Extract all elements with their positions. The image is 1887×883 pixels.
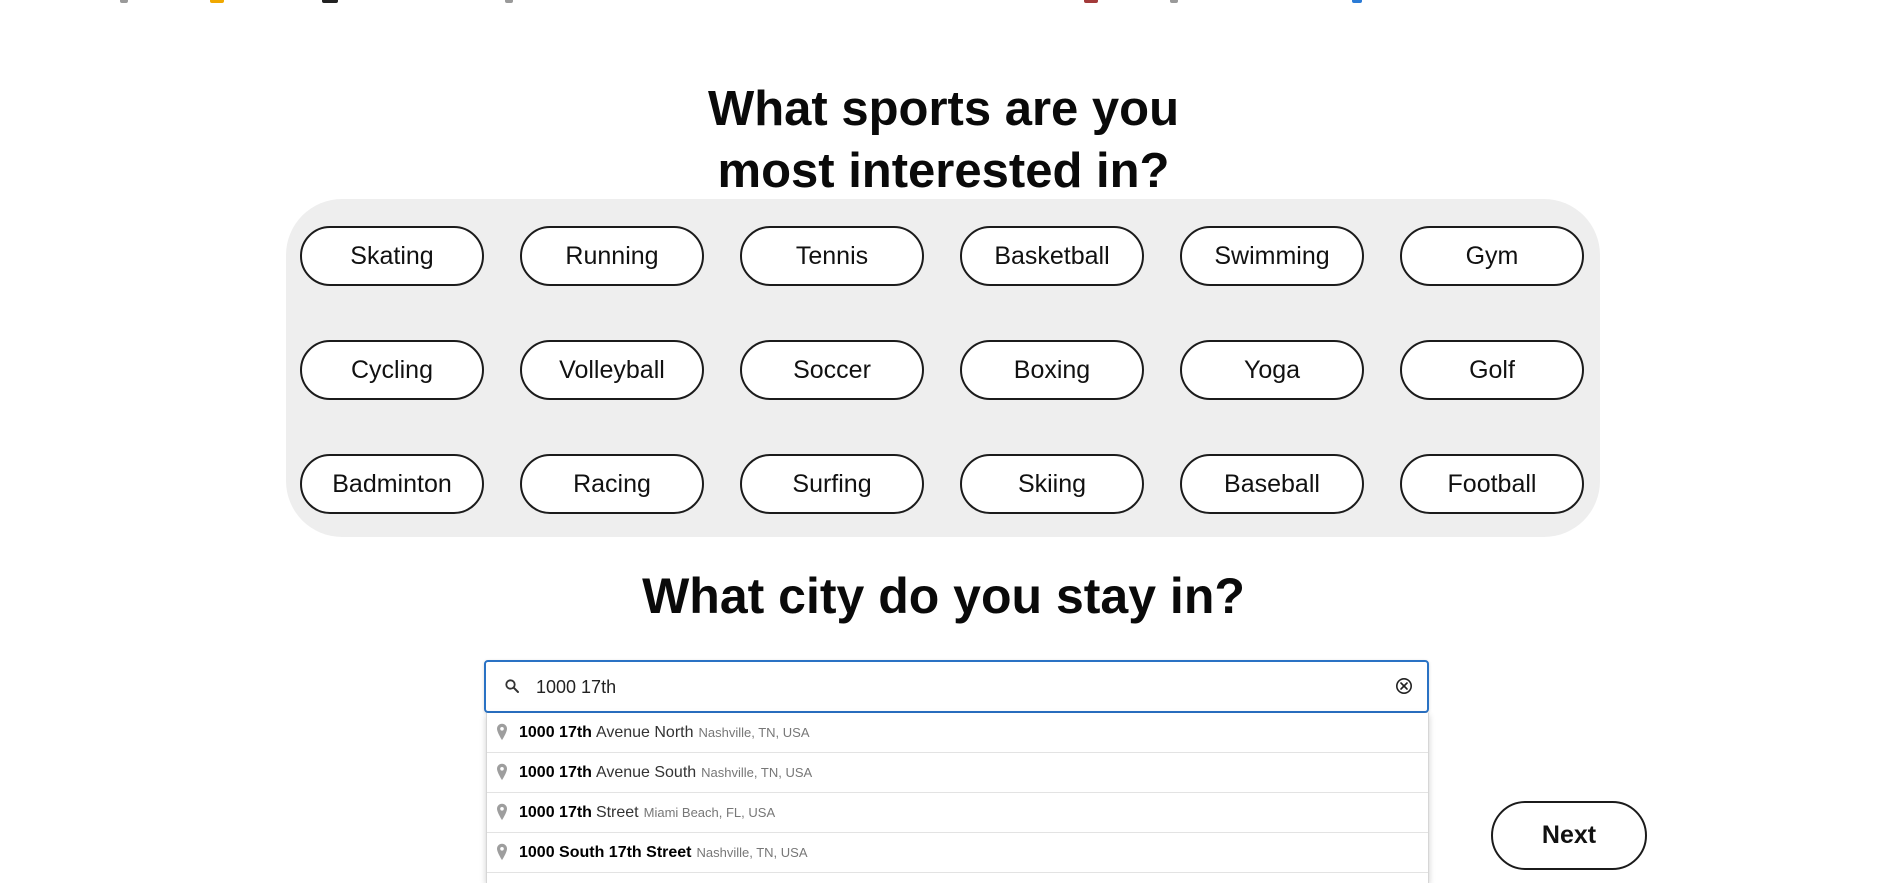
sport-option-surfing[interactable]: Surfing	[740, 454, 924, 514]
sport-option-yoga[interactable]: Yoga	[1180, 340, 1364, 400]
map-pin-icon	[497, 843, 507, 861]
map-pin-icon	[497, 723, 507, 741]
sport-option-football[interactable]: Football	[1400, 454, 1584, 514]
suggestion-match: 1000 South 17th Street	[519, 843, 692, 861]
sport-option-tennis[interactable]: Tennis	[740, 226, 924, 286]
suggestion-item[interactable]: 1000 South 17th Street Nashville, TN, USA	[487, 833, 1428, 873]
suggestion-rest: Avenue North	[595, 723, 694, 741]
suggestion-rest: Street	[595, 803, 639, 821]
city-search-box[interactable]	[484, 660, 1429, 713]
suggestion-item[interactable]: 1000 17th Avenue North Nashville, TN, USA	[487, 713, 1428, 753]
sport-option-golf[interactable]: Golf	[1400, 340, 1584, 400]
cropped-icon	[505, 0, 513, 3]
suggestion-item[interactable]: 1000 17th Avenue South Nashville, TN, USA	[487, 753, 1428, 793]
suggestion-match: 1000 17th	[519, 763, 592, 781]
map-pin-icon	[497, 763, 507, 781]
cropped-icon	[1352, 0, 1362, 3]
cropped-icon	[322, 0, 338, 3]
autocomplete-suggestions: 1000 17th Avenue North Nashville, TN, USA 1…	[486, 713, 1429, 883]
cropped-icon	[210, 0, 224, 3]
suggestion-item-partial[interactable]	[487, 873, 1428, 883]
suggestion-item[interactable]: 1000 17th Street Miami Beach, FL, USA	[487, 793, 1428, 833]
sports-heading: What sports are you most interested in?	[0, 78, 1887, 202]
sport-option-gym[interactable]: Gym	[1400, 226, 1584, 286]
top-icon-strip	[0, 0, 1887, 4]
suggestion-match: 1000 17th	[519, 723, 592, 741]
page: What sports are you most interested in? …	[0, 0, 1887, 883]
sport-option-badminton[interactable]: Badminton	[300, 454, 484, 514]
map-pin-icon	[497, 803, 507, 821]
next-button[interactable]: Next	[1491, 801, 1647, 870]
sport-option-volleyball[interactable]: Volleyball	[520, 340, 704, 400]
cropped-icon	[1084, 0, 1098, 3]
sports-heading-line-1: What sports are you	[707, 82, 1180, 136]
sport-option-cycling[interactable]: Cycling	[300, 340, 484, 400]
sport-option-skating[interactable]: Skating	[300, 226, 484, 286]
sport-option-racing[interactable]: Racing	[520, 454, 704, 514]
sport-option-swimming[interactable]: Swimming	[1180, 226, 1364, 286]
search-icon	[505, 679, 519, 693]
sport-option-soccer[interactable]: Soccer	[740, 340, 924, 400]
suggestion-rest: Avenue South	[595, 763, 697, 781]
suggestion-secondary: Miami Beach, FL, USA	[643, 805, 776, 820]
sports-options-panel: Skating Running Tennis Basketball Swimming Gy…	[286, 199, 1600, 537]
cropped-icon	[1170, 0, 1178, 3]
sport-option-skiing[interactable]: Skiing	[960, 454, 1144, 514]
suggestion-secondary: Nashville, TN, USA	[701, 765, 813, 780]
city-heading: What city do you stay in?	[642, 568, 1245, 624]
suggestion-secondary: Nashville, TN, USA	[696, 845, 808, 860]
sport-option-basketball[interactable]: Basketball	[960, 226, 1144, 286]
sports-heading-line-2: most interested in?	[717, 144, 1170, 198]
sport-option-boxing[interactable]: Boxing	[960, 340, 1144, 400]
suggestion-match: 1000 17th	[519, 803, 592, 821]
city-search-input[interactable]	[530, 668, 1362, 706]
sport-option-baseball[interactable]: Baseball	[1180, 454, 1364, 514]
cropped-icon	[120, 0, 128, 3]
suggestion-secondary: Nashville, TN, USA	[698, 725, 810, 740]
sport-option-running[interactable]: Running	[520, 226, 704, 286]
clear-circle-icon[interactable]	[1395, 677, 1413, 695]
